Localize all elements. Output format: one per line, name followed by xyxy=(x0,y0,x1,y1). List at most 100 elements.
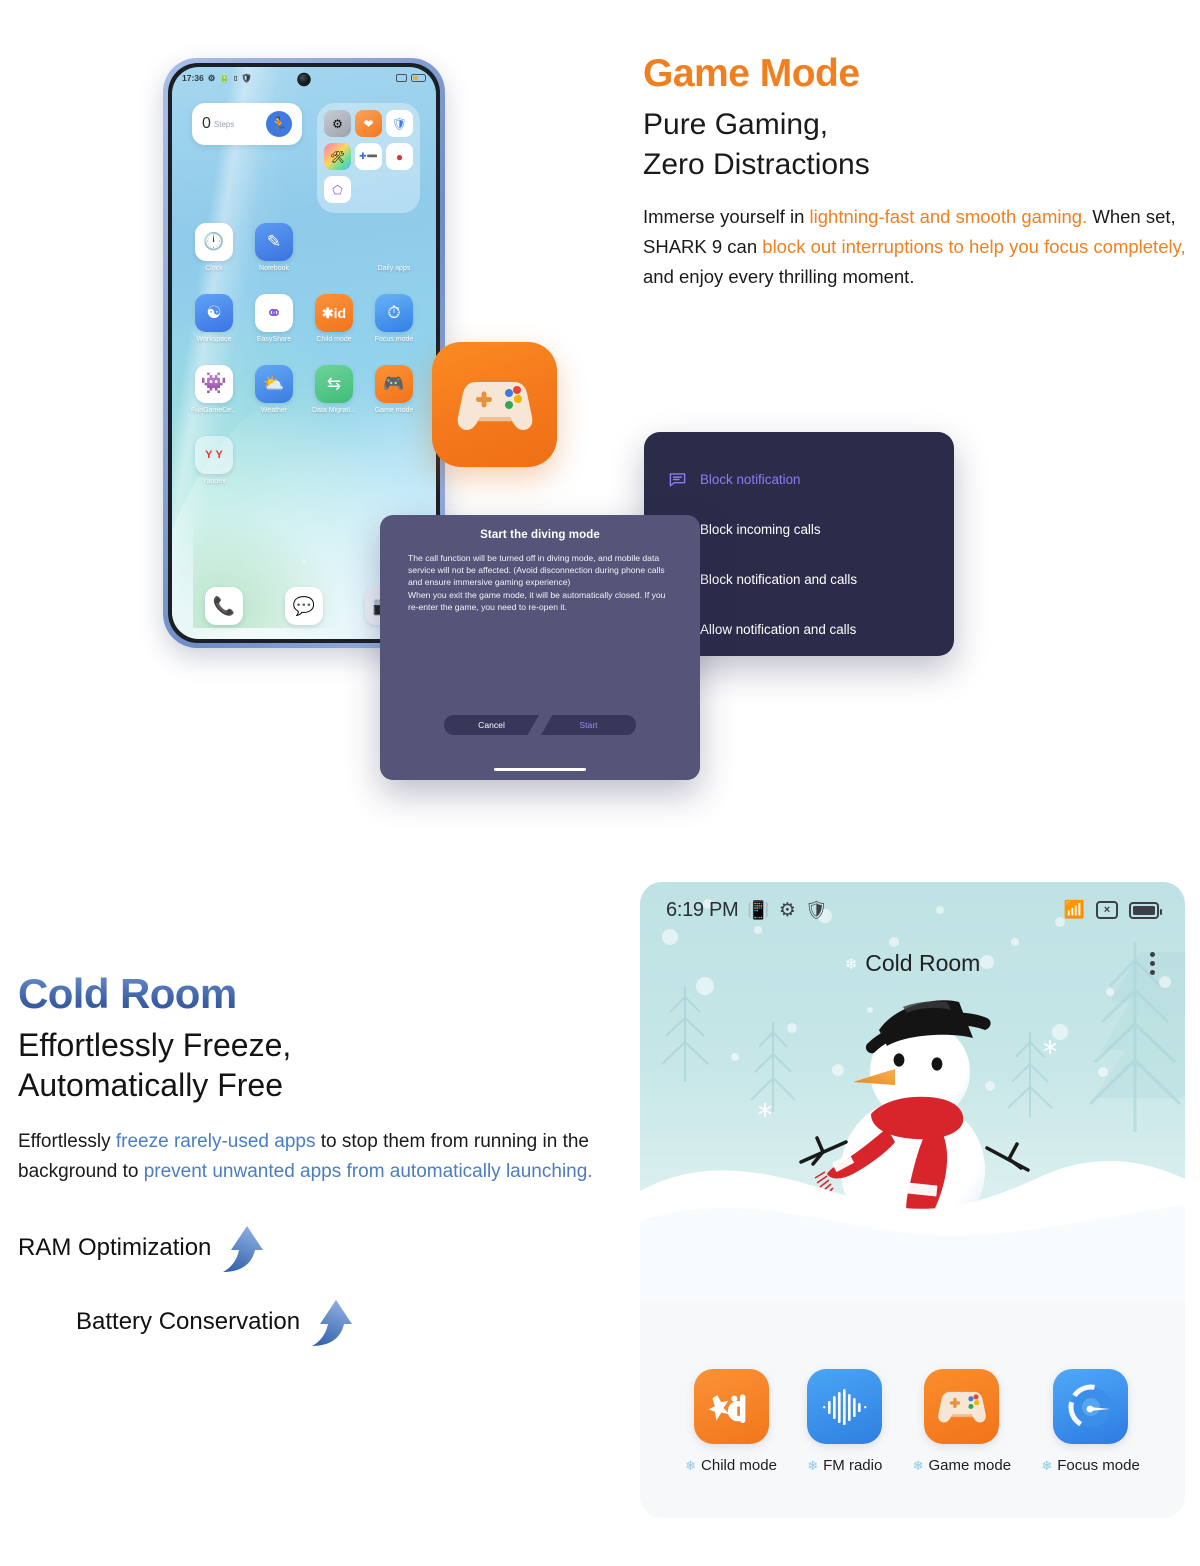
phone-icon[interactable]: 📞 xyxy=(205,587,243,625)
snow-ground xyxy=(640,1161,1185,1302)
app-label: Weather xyxy=(260,407,288,414)
kid-glyph-icon xyxy=(708,1393,746,1423)
vibrate-icon: 📳 xyxy=(747,899,770,920)
yandex-icon[interactable]: Y Y xyxy=(195,436,233,474)
feature-label: RAM Optimization xyxy=(18,1233,212,1261)
cold-room-status-bar: 6:19 PM 📳 ⚙ 🛡 📶 × xyxy=(640,882,1185,938)
body-seg-2-highlight: freeze rarely-used apps xyxy=(115,1131,316,1153)
focus-icon[interactable] xyxy=(1053,1369,1129,1444)
files-icon[interactable]: ⬠ xyxy=(324,176,351,203)
feature-ram-optimization: RAM Optimization xyxy=(18,1222,618,1274)
feature-battery-conservation: Battery Conservation xyxy=(76,1296,618,1348)
app-label: EasyShare xyxy=(256,336,292,343)
no-sim-icon: × xyxy=(1096,901,1118,919)
menu-item-label: Allow notification and calls xyxy=(700,621,857,637)
room-title: Cold Room xyxy=(865,950,981,976)
subtitle-line-1: Pure Gaming, xyxy=(643,107,829,141)
subtitle-line-2: Automatically Free xyxy=(18,1067,283,1104)
kid-icon[interactable] xyxy=(693,1369,769,1444)
app-game-mode[interactable]: 🎮 Game mode xyxy=(364,365,424,414)
snowflake-icon: ❄ xyxy=(1041,1457,1053,1473)
calculator-icon[interactable]: ✚➖ xyxy=(355,143,382,170)
body-seg-1: Effortlessly xyxy=(18,1131,116,1153)
focus-icon[interactable]: ⏱ xyxy=(375,294,413,332)
dialog-body: The call function will be turned off in … xyxy=(408,553,666,612)
weather-icon[interactable]: ⛅ xyxy=(255,365,293,403)
snowflake-icon: ❄ xyxy=(912,1457,924,1473)
app-label: Clock xyxy=(205,265,223,272)
folder-daily-apps[interactable]: ⚙ ❤ 🛡 🛠 ✚➖ ● ⬠ xyxy=(317,103,420,213)
cleaner-icon[interactable]: 🛠 xyxy=(324,143,351,170)
gamepad-icon[interactable]: 🎮 xyxy=(375,365,413,403)
frozen-app-focus-mode[interactable]: ❄ Focus mode xyxy=(1041,1369,1140,1474)
frozen-app-label: Child mode xyxy=(701,1457,777,1474)
cold-room-subtitle: Effortlessly Freeze, Automatically Free xyxy=(18,1025,618,1105)
game-mode-app-icon[interactable] xyxy=(432,342,557,467)
title-row: ❄ Cold Room xyxy=(845,950,981,977)
app-label: Game mode xyxy=(374,407,414,414)
shield-icon: 🛡 xyxy=(241,72,253,83)
shield-play-icon: 🛡 xyxy=(804,899,828,920)
gear-icon: ⚙ xyxy=(778,899,796,921)
app-yandex[interactable]: Y Y Yandex xyxy=(184,436,244,485)
waveform-glyph-icon xyxy=(822,1388,867,1425)
workspace-icon[interactable]: ☯ xyxy=(195,294,233,332)
up-arrow-icon xyxy=(223,1225,264,1272)
health-icon[interactable]: ❤ xyxy=(355,110,382,137)
body-seg-4-highlight: block out interruptions to help you focu… xyxy=(762,235,1186,257)
recorder-icon[interactable]: ● xyxy=(386,143,413,170)
start-button[interactable]: Start xyxy=(541,715,636,735)
steps-widget[interactable]: 0 Steps 🏃 xyxy=(192,103,302,145)
frozen-app-game-mode[interactable]: ❄ Game mode xyxy=(913,1369,1011,1474)
menu-item-label: Block notification xyxy=(700,471,801,487)
app-row-1: 🕛 Clock ✎ Notebook Daily apps xyxy=(184,223,424,272)
fungame-icon[interactable]: 👾 xyxy=(195,365,233,403)
menu-item-block-notification[interactable]: Block notification xyxy=(644,454,954,504)
feature-label: Battery Conservation xyxy=(76,1307,301,1335)
game-mode-body: Immerse yourself in lightning-fast and s… xyxy=(643,202,1191,292)
cold-room-frozen-apps: ❄ Child mode ❄ FM radio ❄ Game mode ❄ Fo… xyxy=(640,1369,1185,1474)
app-label: Data MigratI... xyxy=(312,407,356,414)
diving-mode-dialog: Start the diving mode The call function … xyxy=(380,515,700,780)
app-child-mode[interactable]: ✱id Child mode xyxy=(304,294,364,343)
messages-icon[interactable]: 💬 xyxy=(285,587,323,625)
gamepad-glyph-icon xyxy=(457,381,532,430)
app-weather[interactable]: ⛅ Weather xyxy=(244,365,304,414)
frozen-app-fm-radio[interactable]: ❄ FM radio xyxy=(807,1369,882,1474)
status-bar-right: 📶 × xyxy=(1063,900,1162,920)
data-migration-icon[interactable]: ⇆ xyxy=(315,365,353,403)
easyshare-icon[interactable]: ⚭ xyxy=(255,294,293,332)
status-time: 6:19 PM xyxy=(666,898,739,921)
game-mode-section: 17:36 ⚙ 🔋 ▯ 🛡 0 Steps 🏃 ⚙ ❤ 🛡 🛠 ✚➖ ● ⬠ 🕛… xyxy=(0,0,1200,830)
theme-icon[interactable]: ⚙ xyxy=(324,110,351,137)
fm-radio-icon[interactable] xyxy=(807,1369,883,1444)
app-notebook[interactable]: ✎ Notebook xyxy=(244,223,304,272)
security-icon[interactable]: 🛡 xyxy=(386,110,413,137)
clock-icon[interactable]: 🕛 xyxy=(195,223,233,261)
body-seg-2-highlight: lightning-fast and smooth gaming. xyxy=(809,205,1088,227)
cold-room-header: ❄ Cold Room xyxy=(640,950,1185,977)
wifi-icon: 📶 xyxy=(1063,900,1085,919)
app-easyshare[interactable]: ⚭ EasyShare xyxy=(244,294,304,343)
app-focus-mode[interactable]: ⏱ Focus mode xyxy=(364,294,424,343)
cold-room-body: Effortlessly freeze rarely-used apps to … xyxy=(18,1127,618,1188)
kid-icon[interactable]: ✱id xyxy=(315,294,353,332)
speedometer-glyph-icon xyxy=(1068,1384,1114,1429)
gamepad-glyph-icon xyxy=(938,1391,986,1423)
app-label: Yandex xyxy=(202,478,226,485)
frozen-app-child-mode[interactable]: ❄ Child mode xyxy=(685,1369,777,1474)
app-data-migration[interactable]: ⇆ Data MigratI... xyxy=(304,365,364,414)
body-seg-5: and enjoy every thrilling moment. xyxy=(643,265,915,287)
app-workspace[interactable]: ☯ Workspace xyxy=(184,294,244,343)
cold-room-copy: Cold Room Effortlessly Freeze, Automatic… xyxy=(18,970,618,1348)
chevron-up-icon[interactable]: ^ xyxy=(301,559,306,571)
app-row-3: 👾 FunGameCe... ⛅ Weather ⇆ Data MigratI.… xyxy=(184,365,424,414)
app-label: Workspace xyxy=(196,336,232,343)
kebab-menu-icon[interactable] xyxy=(1150,952,1155,975)
app-grid: 🕛 Clock ✎ Notebook Daily apps ☯ Workspac… xyxy=(184,223,424,485)
cancel-button[interactable]: Cancel xyxy=(444,715,539,735)
gamepad-icon[interactable] xyxy=(924,1369,1000,1444)
app-clock[interactable]: 🕛 Clock xyxy=(184,223,244,272)
app-fungamecenter[interactable]: 👾 FunGameCe... xyxy=(184,365,244,414)
pencil-icon[interactable]: ✎ xyxy=(255,223,293,261)
